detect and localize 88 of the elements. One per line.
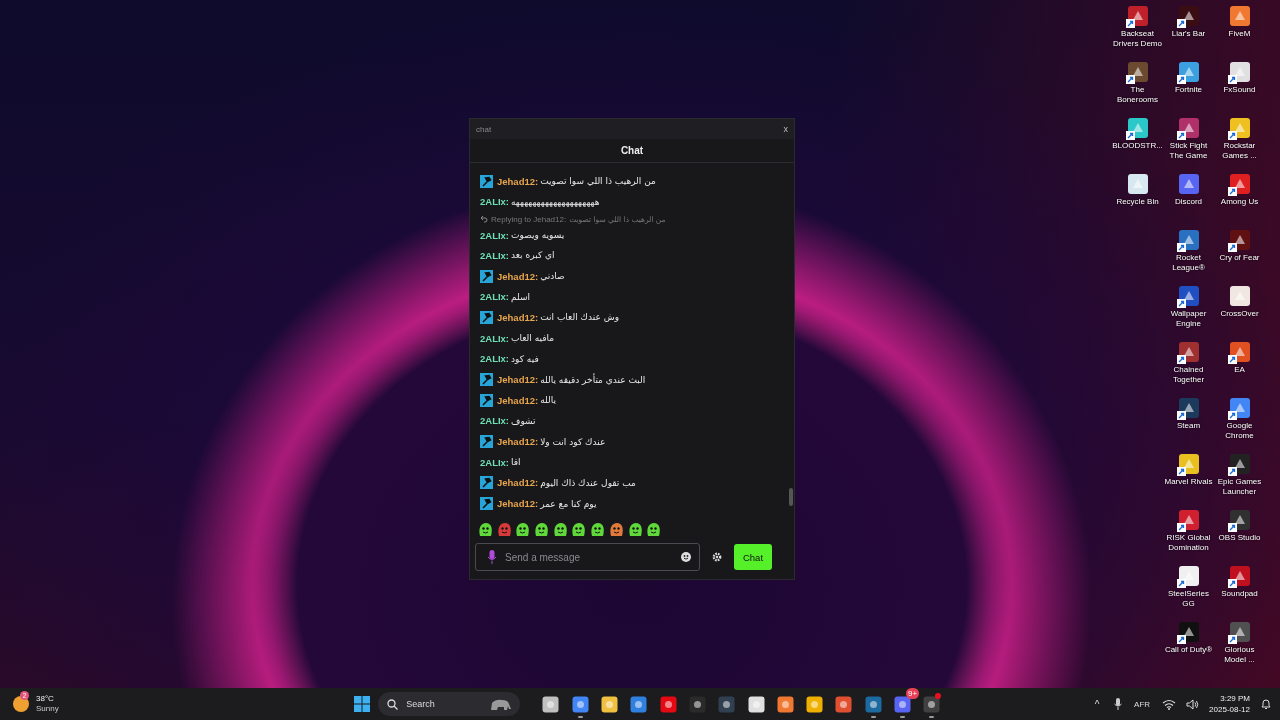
desktop-shortcut[interactable]: Fortnite: [1163, 60, 1214, 116]
scrollbar-thumb[interactable]: [789, 488, 793, 506]
language-indicator[interactable]: AFR: [1132, 690, 1153, 718]
message-text: وش عندك العاب انت: [540, 312, 619, 323]
desktop-shortcut[interactable]: Call of Duty®: [1163, 620, 1214, 676]
username[interactable]: 2ALIx:: [480, 415, 510, 427]
search-input[interactable]: Search: [406, 699, 481, 709]
desktop-shortcut[interactable]: Cry of Fear: [1214, 228, 1265, 284]
sun-icon: [12, 695, 30, 713]
show-hidden-icons-button[interactable]: ^: [1090, 690, 1105, 718]
desktop-shortcut[interactable]: Glorious Model ...: [1214, 620, 1265, 676]
clock[interactable]: 3:29 PM 2025-08-12: [1209, 693, 1250, 715]
username[interactable]: Jehad12:: [497, 270, 539, 282]
desktop-shortcut[interactable]: CrossOver: [1214, 284, 1265, 340]
username[interactable]: 2ALIx:: [480, 249, 510, 261]
username[interactable]: 2ALIx:: [480, 196, 510, 208]
message-text: من الرهيب ذا اللي سوا تصويت: [540, 176, 656, 186]
username[interactable]: 2ALIx:: [480, 291, 510, 303]
username[interactable]: 2ALIx:: [480, 332, 510, 344]
desktop-shortcut[interactable]: Soundpad: [1214, 564, 1265, 620]
chat-title: Chat: [620, 145, 644, 156]
desktop-shortcut[interactable]: Stick Fight The Game: [1163, 116, 1214, 172]
message-text: ههههههههههههههههههههه: [511, 196, 600, 207]
desktop-shortcut[interactable]: FiveM: [1214, 4, 1265, 60]
desktop-shortcut[interactable]: Marvel Rivals: [1163, 452, 1214, 508]
desktop-shortcut[interactable]: Recycle Bin: [1112, 172, 1163, 228]
message-text: البث عندي متأخر دقيقه يالله: [540, 374, 646, 385]
desktop-shortcut[interactable]: SteelSeries GG: [1163, 564, 1214, 620]
desktop-shortcut[interactable]: Chained Together: [1163, 340, 1214, 396]
wifi-icon: [1162, 698, 1177, 710]
message-text: مافيه العاب: [511, 333, 555, 344]
message-text: صادني: [540, 271, 565, 282]
search-icon: [387, 698, 399, 710]
settings-icon: [712, 552, 722, 562]
volume-icon: [1186, 698, 1200, 710]
reply-label: Replying to Jehad12:: [491, 214, 567, 224]
message-field[interactable]: Send a message: [475, 543, 700, 571]
message-text: يوم كنا مع عمر: [540, 498, 597, 509]
username[interactable]: Jehad12:: [497, 477, 539, 489]
notification-badge: 9+: [906, 688, 920, 699]
message-text: عندك كود انت ولا: [540, 436, 606, 447]
username[interactable]: 2ALIx:: [480, 353, 510, 365]
search-field[interactable]: Search: [378, 692, 521, 716]
window-title: chat: [476, 124, 492, 134]
weather-condition: Sunny: [36, 704, 59, 714]
desktop-shortcut[interactable]: RISK Global Domination: [1163, 508, 1214, 564]
desktop-shortcut[interactable]: BLOODSTR...: [1112, 116, 1163, 172]
desktop-shortcut[interactable]: Among Us: [1214, 172, 1265, 228]
desktop-shortcut[interactable]: Discord: [1163, 172, 1214, 228]
username[interactable]: Jehad12:: [497, 374, 539, 385]
desktop-shortcut[interactable]: Rockstar Games ...: [1214, 116, 1265, 172]
notification-bell-icon: [1260, 698, 1272, 710]
desktop-shortcut[interactable]: Backseat Drivers Demo: [1112, 4, 1163, 60]
desktop-shortcut[interactable]: FxSound: [1214, 60, 1265, 116]
reply-icon: [480, 215, 488, 224]
desktop-shortcut[interactable]: The Bonerooms: [1112, 60, 1163, 116]
message-text: يالله: [540, 395, 556, 406]
username[interactable]: Jehad12:: [497, 436, 539, 448]
message-text: اقا: [511, 457, 521, 468]
username[interactable]: Jehad12:: [497, 394, 539, 406]
desktop-shortcut[interactable]: Epic Games Launcher: [1214, 452, 1265, 508]
username[interactable]: 2ALIx:: [480, 456, 510, 468]
username[interactable]: Jehad12:: [497, 311, 539, 323]
desktop-shortcut[interactable]: OBS Studio: [1214, 508, 1265, 564]
message-text: يسويه ويصوت: [511, 230, 565, 241]
message-text: اسلم: [511, 291, 531, 302]
desktop-shortcut[interactable]: Steam: [1163, 396, 1214, 452]
username[interactable]: Jehad12:: [497, 498, 539, 510]
microphone-icon: [487, 550, 497, 564]
username[interactable]: 2ALIx:: [480, 229, 510, 241]
message-text: اي كبره بعد: [511, 250, 555, 261]
desktop-shortcut[interactable]: EA: [1214, 340, 1265, 396]
taskbar-button[interactable]: 9+: [887, 690, 918, 718]
desktop-shortcut[interactable]: Google Chrome: [1214, 396, 1265, 452]
desktop-shortcut[interactable]: Rocket League®: [1163, 228, 1214, 284]
message-text: فيه كود: [511, 353, 539, 364]
username[interactable]: Jehad12:: [497, 175, 539, 187]
desktop-shortcut[interactable]: Liar's Bar: [1163, 4, 1214, 60]
microphone-icon: [1114, 698, 1123, 710]
desktop-shortcut[interactable]: Wallpaper Engine: [1163, 284, 1214, 340]
message-text: مب تقول عندك ذاك اليوم: [540, 477, 636, 488]
windows-logo-icon: [353, 696, 370, 712]
chat-send-button[interactable]: Chat: [734, 544, 772, 570]
close-button[interactable]: x: [783, 124, 788, 134]
message-text: تشوف: [511, 415, 536, 426]
emoji-icon: [681, 552, 691, 562]
message-input[interactable]: Send a message: [505, 551, 673, 563]
temperature: 38°C: [36, 694, 55, 704]
